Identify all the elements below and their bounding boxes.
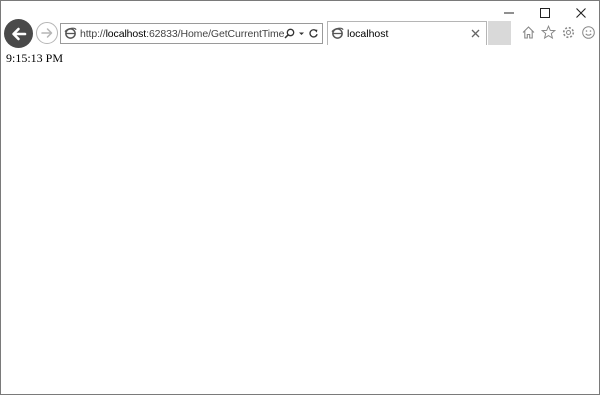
command-icons [520, 23, 596, 41]
dropdown-icon[interactable] [298, 28, 305, 39]
forward-button[interactable] [36, 22, 58, 44]
browser-window: http://localhost:62833/Home/GetCurrentTi… [0, 0, 600, 395]
url-rest: :62833/Home/GetCurrentTime [146, 27, 284, 40]
tab-localhost[interactable]: localhost [327, 21, 487, 45]
new-tab-button[interactable] [488, 21, 511, 45]
navigation-toolbar: http://localhost:62833/Home/GetCurrentTi… [1, 18, 599, 48]
address-bar[interactable]: http://localhost:62833/Home/GetCurrentTi… [60, 23, 323, 44]
forward-arrow-icon [41, 28, 53, 38]
url-prefix: http:// [80, 27, 106, 40]
favorites-star-icon[interactable] [540, 23, 556, 41]
ie-page-icon [331, 27, 344, 39]
tab-title: localhost [347, 27, 389, 40]
back-button[interactable] [4, 19, 33, 48]
back-arrow-icon [11, 27, 26, 40]
current-time-text: 9:15:13 PM [6, 51, 64, 65]
search-icon[interactable] [284, 28, 295, 39]
smiley-feedback-icon[interactable] [580, 23, 596, 41]
refresh-icon[interactable] [308, 28, 319, 39]
address-actions [284, 28, 322, 39]
ie-page-icon [64, 27, 77, 39]
home-icon[interactable] [520, 23, 536, 41]
close-icon[interactable] [468, 27, 482, 41]
page-content: 9:15:13 PM [1, 49, 599, 394]
url-host: localhost [105, 27, 147, 40]
settings-gear-icon[interactable] [560, 23, 576, 41]
address-url[interactable]: http://localhost:62833/Home/GetCurrentTi… [80, 28, 284, 40]
